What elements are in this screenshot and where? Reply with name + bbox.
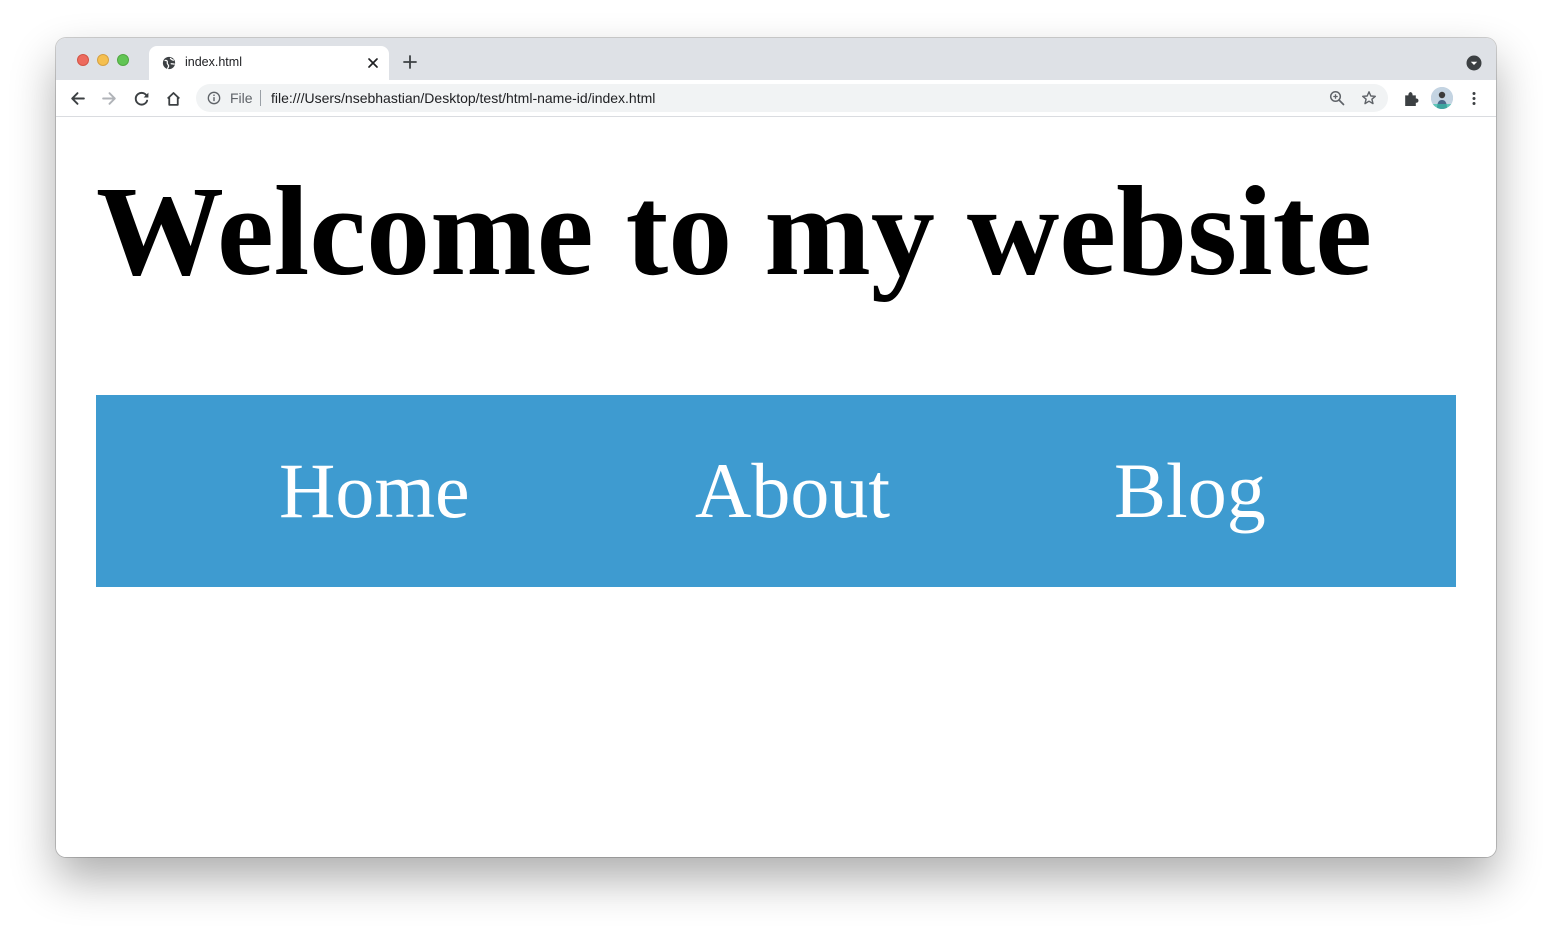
url-text[interactable]: file:///Users/nsebhastian/Desktop/test/h… — [271, 90, 655, 106]
address-divider — [260, 90, 261, 106]
browser-tab[interactable]: index.html — [149, 46, 389, 80]
puzzle-icon[interactable] — [1402, 90, 1419, 107]
kebab-icon[interactable] — [1466, 90, 1482, 107]
close-icon[interactable] — [365, 55, 381, 71]
minimize-window-button[interactable] — [97, 54, 109, 66]
new-tab-icon[interactable] — [402, 54, 418, 70]
scheme-label: File — [230, 90, 253, 106]
avatar[interactable] — [1431, 87, 1453, 109]
tab-search-icon[interactable] — [1466, 55, 1482, 71]
tab-title: index.html — [185, 55, 242, 69]
info-icon[interactable] — [207, 91, 221, 105]
nav-link-blog[interactable]: Blog — [1114, 445, 1266, 537]
address-bar[interactable]: File file:///Users/nsebhastian/Desktop/t… — [196, 84, 1388, 112]
profile-avatar-icon — [1431, 87, 1453, 109]
nav-link-home[interactable]: Home — [279, 445, 470, 537]
zoom-icon[interactable] — [1329, 90, 1345, 106]
maximize-window-button[interactable] — [117, 54, 129, 66]
browser-toolbar: File file:///Users/nsebhastian/Desktop/t… — [56, 80, 1496, 117]
close-window-button[interactable] — [77, 54, 89, 66]
tab-strip: index.html — [56, 38, 1496, 80]
arrow-left-icon[interactable] — [69, 90, 86, 107]
reload-icon[interactable] — [133, 90, 150, 107]
browser-window: index.html File file:///Users/nsebhastia… — [56, 38, 1496, 857]
star-icon[interactable] — [1361, 90, 1377, 106]
arrow-right-icon[interactable] — [101, 90, 118, 107]
globe-icon — [162, 56, 176, 70]
nav-bar: Home About Blog — [96, 395, 1456, 587]
page-heading: Welcome to my website — [96, 160, 1373, 302]
page-content: Welcome to my website Home About Blog — [56, 117, 1496, 857]
home-icon[interactable] — [165, 90, 182, 107]
nav-link-about[interactable]: About — [695, 445, 890, 537]
